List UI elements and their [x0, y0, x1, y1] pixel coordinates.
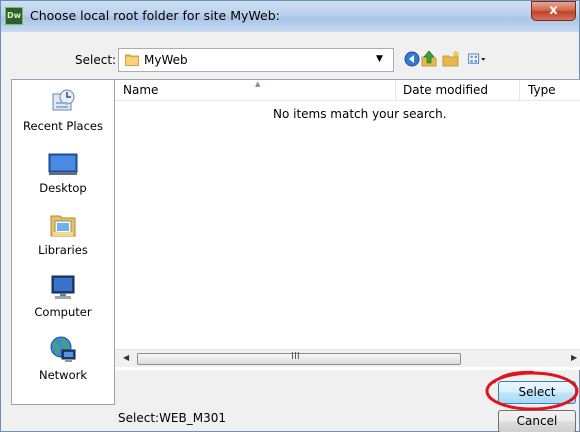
scrollbar-thumb[interactable]: III — [137, 351, 461, 365]
dreamweaver-app-icon: Dw — [5, 7, 23, 25]
chevron-down-icon[interactable]: ▼ — [376, 54, 383, 64]
cancel-button[interactable]: Cancel — [498, 410, 576, 432]
place-label: Recent Places — [23, 119, 103, 133]
place-label: Libraries — [38, 243, 88, 257]
views-menu-icon[interactable] — [467, 49, 487, 69]
file-list[interactable]: ▲ Name Date modified Type No items match… — [115, 79, 580, 370]
column-divider[interactable] — [395, 80, 396, 101]
scroll-right-arrow-icon[interactable]: ▶ — [571, 353, 577, 362]
window-title: Choose local root folder for site MyWeb: — [30, 8, 280, 23]
column-type[interactable]: Type — [528, 83, 556, 97]
selection-status: Select:WEB_M301 — [118, 411, 226, 425]
sort-arrow-icon: ▲ — [255, 80, 261, 88]
red-highlight-annotation — [485, 370, 579, 411]
path-value: MyWeb — [144, 53, 188, 67]
close-button[interactable]: x — [531, 1, 576, 21]
new-folder-icon[interactable] — [441, 49, 461, 69]
list-header: ▲ Name Date modified Type — [115, 80, 580, 101]
place-label: Computer — [34, 305, 92, 319]
scroll-left-arrow-icon[interactable]: ◀ — [123, 353, 129, 362]
network-icon — [50, 336, 76, 362]
empty-message: No items match your search. — [273, 107, 447, 121]
column-name[interactable]: Name — [123, 83, 158, 97]
column-divider[interactable] — [519, 80, 520, 101]
horizontal-scrollbar[interactable]: ◀ III ▶ — [115, 349, 580, 367]
folder-icon — [125, 54, 139, 66]
places-bar: Recent Places Desktop Libraries Computer… — [11, 79, 115, 405]
path-label: Select: — [75, 53, 117, 67]
title-bar[interactable]: Dw Choose local root folder for site MyW… — [1, 1, 579, 32]
up-folder-icon[interactable] — [419, 49, 439, 69]
libraries-icon — [50, 215, 76, 237]
place-label: Network — [38, 368, 88, 382]
column-date-modified[interactable]: Date modified — [403, 83, 488, 97]
dialog-window: Dw Choose local root folder for site MyW… — [0, 0, 580, 432]
scrollbar-grip: III — [291, 351, 300, 362]
desktop-icon — [48, 153, 78, 175]
place-label: Desktop — [39, 181, 87, 195]
recent-places-icon — [52, 89, 75, 111]
path-combobox[interactable]: MyWeb ▼ — [118, 48, 394, 72]
computer-icon — [51, 275, 75, 299]
